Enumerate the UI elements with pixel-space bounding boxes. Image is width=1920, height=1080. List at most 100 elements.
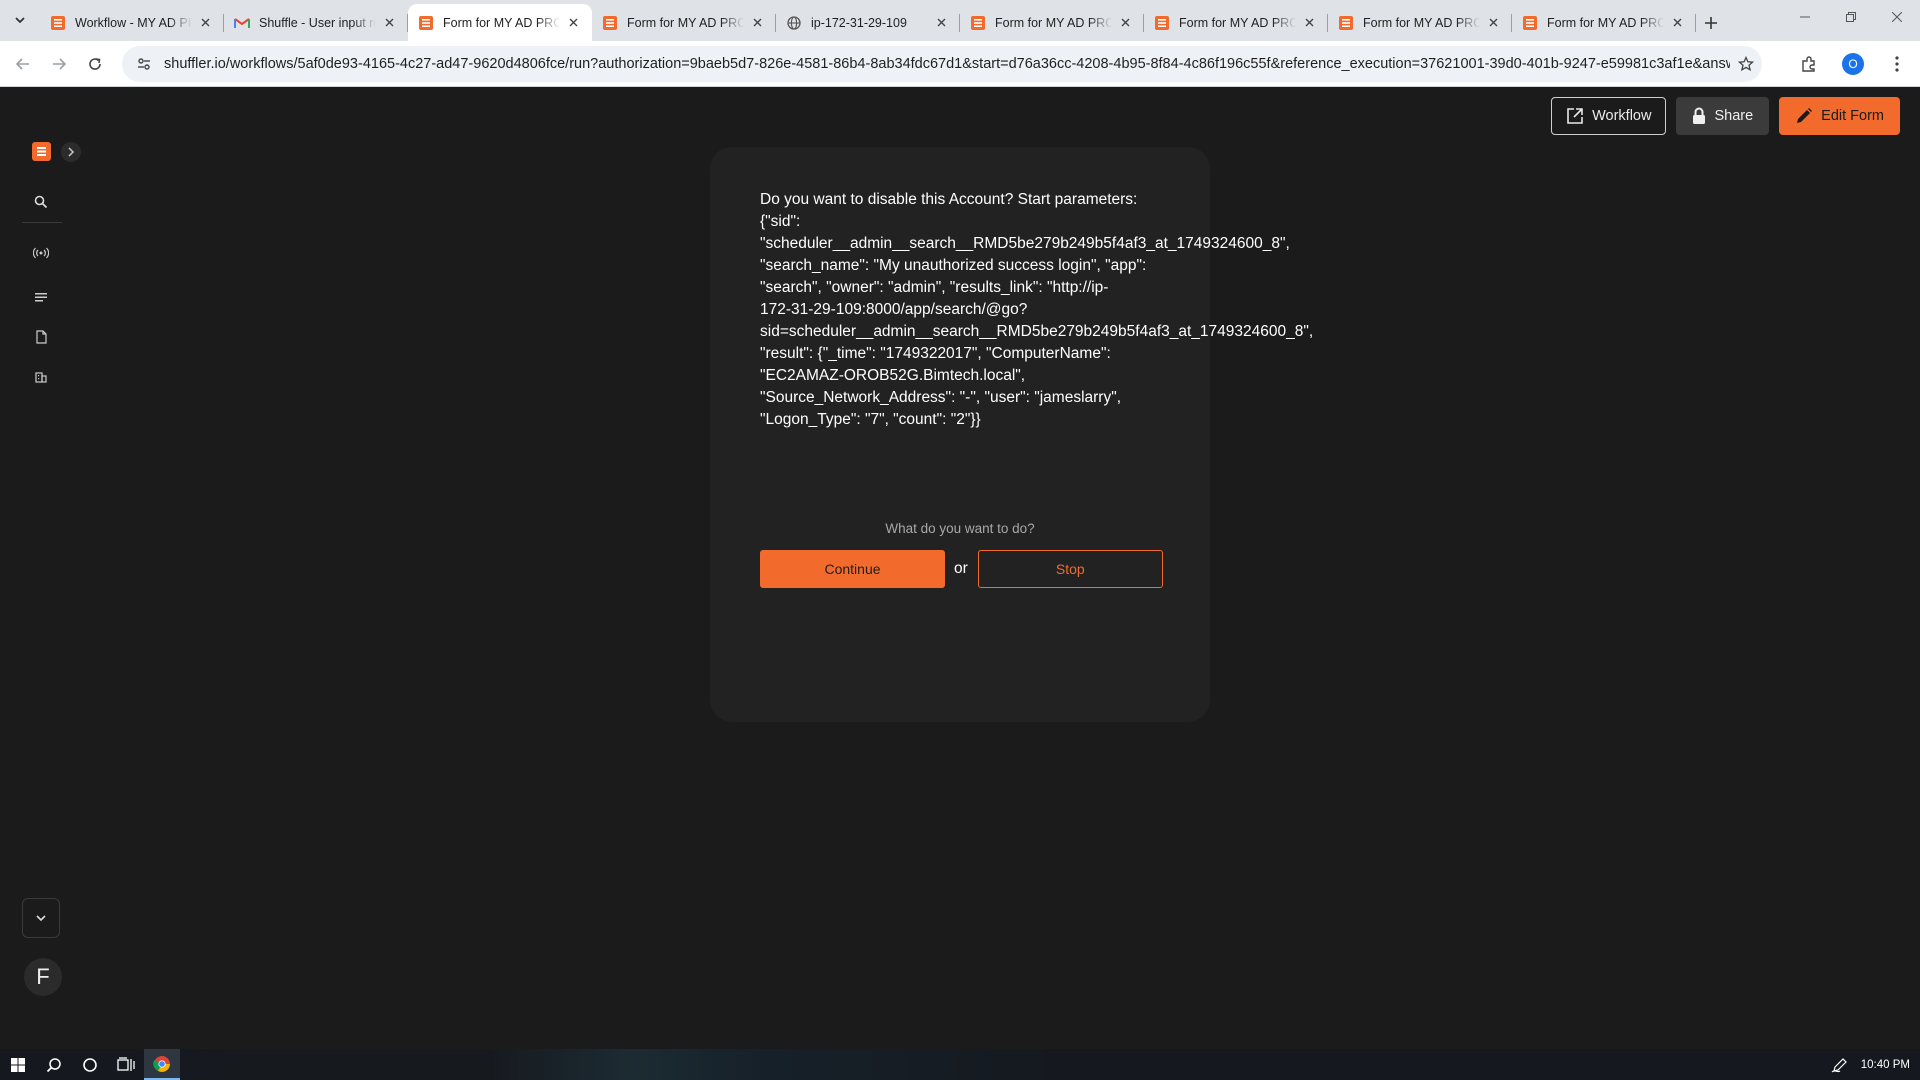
tab-search-button[interactable] [8,8,32,32]
sidebar-search-button[interactable] [32,193,50,211]
broadcast-icon [33,247,49,259]
tab-title: Form for MY AD PROJECT [443,15,560,30]
continue-button[interactable]: Continue [760,550,945,588]
url-text[interactable]: shuffler.io/workflows/5af0de93-4165-4c27… [164,56,1730,72]
share-button[interactable]: Share [1676,97,1770,135]
workflow-button-label: Workflow [1592,108,1652,124]
pen-icon[interactable] [1831,1057,1849,1073]
expand-sidebar-button[interactable] [61,142,81,162]
arrow-right-icon [53,57,67,70]
tab-title: Form for MY AD PROJECT [1363,15,1480,30]
profile-avatar: O [1842,53,1864,75]
sidebar-item-workflows[interactable] [32,288,50,306]
sidebar-item-triggers[interactable] [32,244,50,262]
shuffle-favicon-icon [1522,15,1538,31]
tab-title: Form for MY AD PROJECT [1179,15,1296,30]
browser-tab[interactable]: Form for MY AD PROJECT [408,4,592,41]
task-view-icon [117,1056,135,1071]
form-header-actions: Workflow Share Edit Form [1551,97,1900,135]
globe-favicon-icon [786,15,802,31]
browser-tab[interactable]: Form for MY AD PROJECT [1144,4,1328,41]
address-bar[interactable]: shuffler.io/workflows/5af0de93-4165-4c27… [122,46,1762,82]
browser-tab[interactable]: Shuffle - User input required [224,4,408,41]
or-separator: or [954,560,968,577]
edit-form-button-label: Edit Form [1821,108,1884,124]
stop-button[interactable]: Stop [977,550,1163,588]
back-button[interactable] [8,49,38,79]
arrow-left-icon [15,57,29,70]
open-external-icon [1567,108,1583,124]
browser-tab[interactable]: ip-172-31-29-109 [776,4,960,41]
star-icon [1738,56,1754,72]
building-icon [35,372,47,383]
shuffle-favicon-icon [418,15,434,31]
tab-close-icon[interactable] [1300,14,1318,32]
tab-close-icon[interactable] [932,14,950,32]
browser-tab[interactable]: Form for MY AD PROJECT [592,4,776,41]
extensions-button[interactable] [1794,49,1824,79]
tab-close-icon[interactable] [1116,14,1134,32]
browser-tab[interactable]: Form for MY AD PROJECT [1512,4,1696,41]
windows-taskbar: 10:40 PM [0,1049,1920,1080]
tab-close-icon[interactable] [196,14,214,32]
circle-icon [83,1057,97,1072]
new-tab-button[interactable] [1696,4,1726,41]
reload-button[interactable] [80,49,110,79]
list-icon [35,293,47,302]
browser-tab[interactable]: Form for MY AD PROJECT [1328,4,1512,41]
tab-close-icon[interactable] [1484,14,1502,32]
shuffle-logo-icon [37,147,46,156]
gmail-favicon-icon [234,15,250,31]
edit-form-button[interactable]: Edit Form [1779,97,1900,135]
pencil-icon [1797,108,1813,123]
forward-button[interactable] [44,49,74,79]
taskbar-search-button[interactable] [36,1049,72,1080]
tab-separator [1695,14,1696,32]
minimize-icon [1800,16,1810,18]
left-sidebar: F [0,87,81,1049]
close-window-button[interactable] [1874,0,1920,34]
task-view-button[interactable] [108,1049,144,1080]
tune-icon [138,58,150,70]
form-message: Do you want to disable this Account? Sta… [760,191,1314,428]
shuffle-favicon-icon [1338,15,1354,31]
sidebar-item-docs[interactable] [32,328,50,346]
document-icon [35,330,47,344]
workflow-button[interactable]: Workflow [1551,97,1667,135]
bookmark-button[interactable] [1730,48,1762,80]
tab-title: Form for MY AD PROJECT [627,15,744,30]
sidebar-item-organization[interactable] [32,368,50,386]
shuffle-favicon-icon [50,15,66,31]
tab-close-icon[interactable] [564,14,582,32]
lock-icon [1693,107,1706,124]
plus-icon [1705,16,1717,29]
tab-title: Form for MY AD PROJECT [1547,15,1664,30]
taskbar-chrome-app[interactable] [144,1049,180,1080]
shuffle-logo[interactable] [32,142,51,161]
shuffle-favicon-icon [602,15,618,31]
system-tray: 10:40 PM [1831,1049,1910,1080]
restore-button[interactable] [1828,0,1874,34]
minimize-button[interactable] [1782,0,1828,34]
site-info-icon[interactable] [134,54,154,74]
tab-close-icon[interactable] [748,14,766,32]
tab-close-icon[interactable] [1668,14,1686,32]
browser-tab[interactable]: Form for MY AD PROJECT [960,4,1144,41]
user-avatar[interactable]: F [24,958,62,996]
tab-list: Workflow - MY AD PROJECT Shuffle - User i… [40,4,1726,41]
start-button[interactable] [0,1049,36,1080]
form-actions: Continue or Stop [760,550,1163,588]
browser-tab[interactable]: Workflow - MY AD PROJECT [40,4,224,41]
cortana-button[interactable] [72,1049,108,1080]
page-content: F Workflow Share Edit Form Do you want t… [0,87,1920,1049]
tab-title: ip-172-31-29-109 [811,15,907,30]
browser-toolbar: shuffler.io/workflows/5af0de93-4165-4c27… [0,41,1920,87]
user-input-form-card: Do you want to disable this Account? Sta… [710,147,1313,722]
clock-time[interactable]: 10:40 PM [1861,1059,1910,1071]
tab-close-icon[interactable] [380,14,398,32]
browser-menu-button[interactable] [1882,49,1912,79]
sidebar-expand-menu-button[interactable] [22,898,60,938]
shuffle-favicon-icon [1154,15,1170,31]
profile-button[interactable]: O [1838,49,1868,79]
tab-title: Form for MY AD PROJECT [995,15,1112,30]
